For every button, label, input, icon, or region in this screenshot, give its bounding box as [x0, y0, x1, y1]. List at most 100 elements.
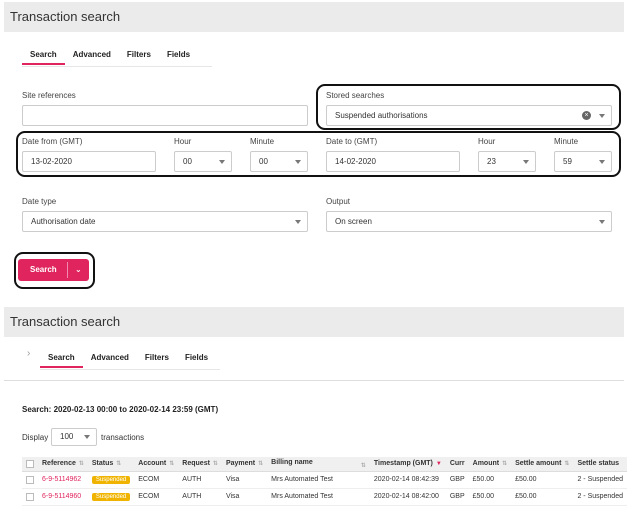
table-cell: £50.00: [468, 488, 512, 506]
chevron-down-icon: [295, 160, 301, 164]
results-tabs: Search Advanced Filters Fields: [40, 350, 216, 368]
table-cell: 2020-02-14 08:42:00: [369, 488, 446, 506]
chevron-down-icon: [599, 160, 605, 164]
row-checkbox[interactable]: [26, 492, 34, 501]
hour-from-select[interactable]: 00: [174, 151, 232, 172]
column-header[interactable]: Reference ⇅: [38, 457, 88, 472]
reference-link[interactable]: 6-9-5114960: [42, 493, 81, 500]
column-header[interactable]: Amount ⇅: [468, 457, 512, 472]
search-button-label: Search: [30, 265, 57, 274]
column-header[interactable]: Timestamp (GMT) ▼: [369, 457, 446, 472]
date-type-select[interactable]: Authorisation date: [22, 211, 308, 232]
table-cell: ECOM: [134, 488, 179, 506]
table-cell: AUTH: [178, 488, 222, 506]
date-type-value: Authorisation date: [31, 217, 96, 226]
display-label: Display: [22, 433, 49, 442]
sort-desc-icon[interactable]: ▼: [436, 461, 442, 467]
date-to-label: Date to (GMT): [326, 137, 378, 146]
chevron-down-icon[interactable]: ⌄: [75, 265, 82, 274]
column-header-label: Curr: [449, 460, 465, 468]
column-header-label: Payment: [225, 460, 256, 468]
transaction-search-panel: Transaction search: [4, 2, 624, 294]
column-header[interactable]: Settle amount ⇅: [511, 457, 574, 472]
transactions-label: transactions: [101, 433, 145, 442]
sort-icon[interactable]: ⇅: [116, 460, 121, 467]
column-header[interactable]: Account ⇅: [134, 457, 179, 472]
stored-searches-value: Suspended authorisations: [335, 111, 428, 120]
column-header-label: Status: [91, 460, 114, 468]
sort-icon[interactable]: ⇅: [564, 460, 569, 467]
display-count-value: 100: [60, 432, 74, 441]
clear-icon[interactable]: ×: [582, 111, 591, 120]
date-from-input[interactable]: 13-02-2020: [22, 151, 156, 172]
chevron-down-icon: [599, 220, 605, 224]
table-row[interactable]: 6-9-5114960 Suspended ECOM AUTH Visa Mrs…: [22, 488, 627, 506]
select-all-checkbox[interactable]: [26, 459, 34, 468]
output-label: Output: [326, 197, 351, 206]
column-header[interactable]: Curr: [445, 457, 469, 472]
column-header-label: Settle status: [577, 460, 620, 468]
search-summary: Search: 2020-02-13 00:00 to 2020-02-14 2…: [22, 405, 219, 414]
tab-fields[interactable]: Fields: [177, 350, 216, 368]
table-cell: GBP: [445, 488, 469, 506]
output-select[interactable]: On screen: [326, 211, 612, 232]
table-cell: £50.00: [511, 471, 574, 489]
table-row[interactable]: 6-9-5114962 Suspended ECOM AUTH Visa Mrs…: [22, 471, 627, 489]
chevron-right-icon[interactable]: ›: [27, 348, 30, 359]
site-references-input[interactable]: [22, 105, 308, 126]
column-header[interactable]: Request ⇅: [178, 457, 222, 472]
date-type-label: Date type: [22, 197, 57, 206]
page-title: Transaction search: [10, 9, 121, 24]
sort-icon[interactable]: ⇅: [502, 460, 507, 467]
column-header[interactable]: Billing name ⇅: [267, 457, 370, 472]
tab-filters[interactable]: Filters: [137, 350, 177, 368]
table-cell: AUTH: [178, 471, 222, 489]
table-cell: Visa: [221, 471, 268, 489]
minute-to-select[interactable]: 59: [554, 151, 612, 172]
table-cell: £50.00: [511, 488, 574, 506]
reference-link[interactable]: 6-9-5114962: [42, 476, 81, 483]
sort-icon[interactable]: ⇅: [258, 460, 263, 467]
stored-searches-select[interactable]: Suspended authorisations ×: [326, 105, 612, 126]
stored-searches-label: Stored searches: [326, 91, 385, 100]
table-cell: GBP: [445, 471, 469, 489]
table-cell: £50.00: [468, 471, 512, 489]
column-header-label: Account: [138, 460, 167, 468]
column-header-label: Settle amount: [515, 460, 562, 468]
column-header[interactable]: Settle status: [573, 457, 627, 472]
row-checkbox[interactable]: [26, 475, 34, 484]
sort-icon[interactable]: ⇅: [79, 460, 84, 467]
tab-filters[interactable]: Filters: [119, 47, 159, 65]
minute-from-label: Minute: [250, 137, 275, 146]
tab-advanced[interactable]: Advanced: [65, 47, 119, 65]
chevron-down-icon: [219, 160, 225, 164]
table-cell: 2 - Suspended: [573, 488, 627, 506]
column-header-label: Billing name: [271, 458, 313, 466]
display-count-select[interactable]: 100: [51, 428, 97, 446]
minute-to-value: 59: [563, 157, 572, 166]
tab-fields[interactable]: Fields: [159, 47, 198, 65]
page-title: Transaction search: [10, 314, 121, 329]
button-divider: [67, 262, 68, 278]
column-header-label: Timestamp (GMT): [373, 460, 433, 468]
tab-advanced[interactable]: Advanced: [83, 350, 137, 368]
table-cell: ECOM: [134, 471, 179, 489]
table-cell: 2020-02-14 08:42:39: [369, 471, 446, 489]
select-all-header[interactable]: [22, 457, 38, 472]
sort-icon[interactable]: ⇅: [169, 460, 174, 467]
tab-search[interactable]: Search: [40, 350, 83, 368]
column-header-label: Reference: [42, 460, 76, 468]
search-button[interactable]: Search ⌄: [18, 259, 89, 281]
date-from-label: Date from (GMT): [22, 137, 83, 146]
chevron-down-icon: [295, 220, 301, 224]
minute-from-select[interactable]: 00: [250, 151, 308, 172]
sort-icon[interactable]: ⇅: [361, 462, 366, 469]
sort-icon[interactable]: ⇅: [213, 460, 218, 467]
hour-to-select[interactable]: 23: [478, 151, 536, 172]
column-header[interactable]: Payment ⇅: [221, 457, 268, 472]
transactions-table: Reference ⇅ Status ⇅ Account ⇅ Request ⇅ Pay…: [22, 457, 627, 506]
date-to-input[interactable]: 14-02-2020: [326, 151, 460, 172]
tab-search[interactable]: Search: [22, 47, 65, 65]
column-header[interactable]: Status ⇅: [87, 457, 135, 472]
table-header-row: Reference ⇅ Status ⇅ Account ⇅ Request ⇅ Pay…: [22, 457, 627, 472]
